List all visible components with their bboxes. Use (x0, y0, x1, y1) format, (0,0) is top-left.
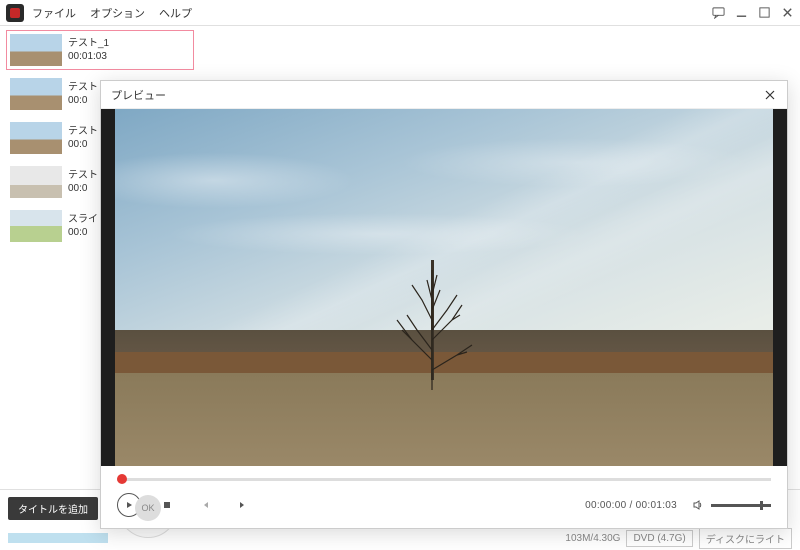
clip-duration: 00:0 (68, 183, 98, 194)
clip-name: スライ (68, 210, 98, 225)
clip-duration: 00:01:03 (68, 51, 109, 62)
clip-duration: 00:0 (68, 95, 98, 106)
titlebar: ファイル オプション ヘルプ (0, 0, 800, 26)
preview-dialog: プレビュー (100, 80, 788, 529)
disc-select[interactable]: DVD (4.7G) (626, 530, 692, 547)
volume-icon[interactable] (691, 498, 705, 512)
clip-name: テスト (68, 166, 98, 181)
maximize-icon[interactable] (758, 6, 771, 19)
clip-thumbnail (10, 210, 62, 242)
prev-button[interactable] (193, 493, 217, 517)
close-icon[interactable] (781, 6, 794, 19)
playhead[interactable] (117, 474, 127, 484)
clip-name: テスト (68, 78, 98, 93)
time-display: 00:00:00 / 00:01:03 (585, 500, 677, 511)
clip-name: テスト_1 (68, 34, 109, 49)
add-title-button[interactable]: タイトルを追加 (8, 497, 98, 520)
volume-slider[interactable] (711, 504, 771, 507)
clip-thumbnail (10, 122, 62, 154)
ok-button[interactable]: OK (135, 495, 161, 521)
clip-name: テスト (68, 122, 98, 137)
progress-strip (8, 533, 108, 543)
clip-thumbnail (10, 78, 62, 110)
clip-thumbnail (10, 166, 62, 198)
app-icon (6, 4, 24, 22)
menu-option[interactable]: オプション (90, 5, 145, 21)
clip-item[interactable]: テスト_1 00:01:03 (6, 30, 194, 70)
player-controls: 00:00:00 / 00:01:03 (101, 466, 787, 528)
size-label: 103M/4.30G (565, 533, 620, 544)
minimize-icon[interactable] (735, 6, 748, 19)
volume-control[interactable] (691, 498, 771, 512)
tree-icon (362, 260, 502, 390)
clip-thumbnail (10, 34, 62, 66)
window-controls (712, 6, 794, 19)
feedback-icon[interactable] (712, 6, 725, 19)
close-icon[interactable] (763, 88, 777, 102)
menu-help[interactable]: ヘルプ (159, 5, 192, 21)
clip-duration: 00:0 (68, 139, 98, 150)
menu-bar: ファイル オプション ヘルプ (32, 5, 712, 21)
preview-title: プレビュー (111, 87, 763, 103)
preview-header: プレビュー (101, 81, 787, 109)
video-viewport (101, 109, 787, 466)
next-button[interactable] (231, 493, 255, 517)
clip-duration: 00:0 (68, 227, 98, 238)
menu-file[interactable]: ファイル (32, 5, 76, 21)
output-select[interactable]: ディスクにライト (699, 528, 792, 549)
video-frame (115, 109, 773, 466)
timeline[interactable] (117, 472, 771, 486)
